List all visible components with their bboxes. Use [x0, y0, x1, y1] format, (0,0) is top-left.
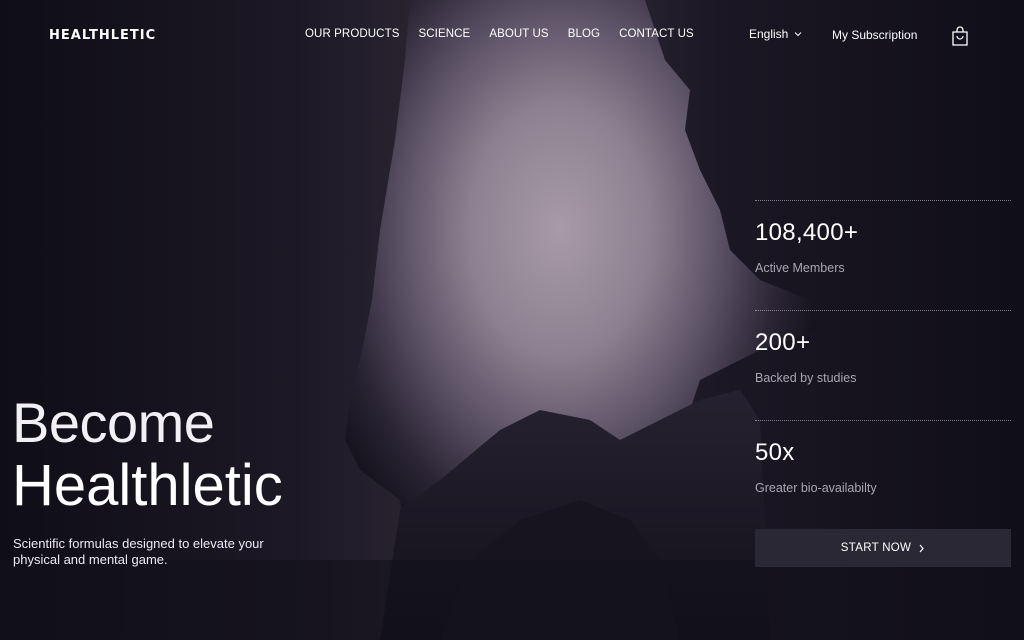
language-label: English: [749, 27, 789, 41]
stat-label: Active Members: [755, 261, 845, 275]
stat-bio-availability: 50x Greater bio-availabilty: [755, 420, 1011, 530]
language-selector[interactable]: English: [749, 27, 802, 41]
top-navigation: HEALTHLETIC OUR PRODUCTS SCIENCE ABOUT U…: [0, 0, 1024, 70]
brand-logo[interactable]: HEALTHLETIC: [49, 28, 156, 43]
shopping-bag-icon[interactable]: [951, 26, 969, 46]
chevron-right-icon: [919, 544, 925, 552]
stats-panel: 108,400+ Active Members 200+ Backed by s…: [755, 200, 1011, 530]
stat-active-members: 108,400+ Active Members: [755, 200, 1011, 310]
hero-tagline: Scientific formulas designed to elevate …: [13, 536, 264, 567]
nav-item-about-us[interactable]: ABOUT US: [489, 28, 548, 40]
headline-become: Become: [12, 391, 215, 454]
stat-value: 200+: [755, 329, 811, 356]
stat-label: Backed by studies: [755, 371, 857, 385]
nav-item-our-products[interactable]: OUR PRODUCTS: [305, 28, 399, 40]
chevron-down-icon: [795, 32, 802, 37]
stat-label: Greater bio-availabilty: [755, 481, 877, 495]
nav-item-contact-us[interactable]: CONTACT US: [619, 28, 694, 40]
my-subscription-link[interactable]: My Subscription: [832, 28, 917, 42]
stat-backed-by-studies: 200+ Backed by studies: [755, 310, 1011, 420]
nav-item-science[interactable]: SCIENCE: [418, 28, 470, 40]
nav-item-blog[interactable]: BLOG: [568, 28, 600, 40]
main-menu: OUR PRODUCTS SCIENCE ABOUT US BLOG CONTA…: [305, 28, 694, 40]
start-now-button[interactable]: START NOW: [755, 529, 1011, 567]
stat-value: 108,400+: [755, 219, 859, 246]
start-now-label: START NOW: [840, 542, 912, 554]
headline-healthletic: Healthletic: [12, 453, 283, 518]
stat-value: 50x: [755, 439, 795, 466]
